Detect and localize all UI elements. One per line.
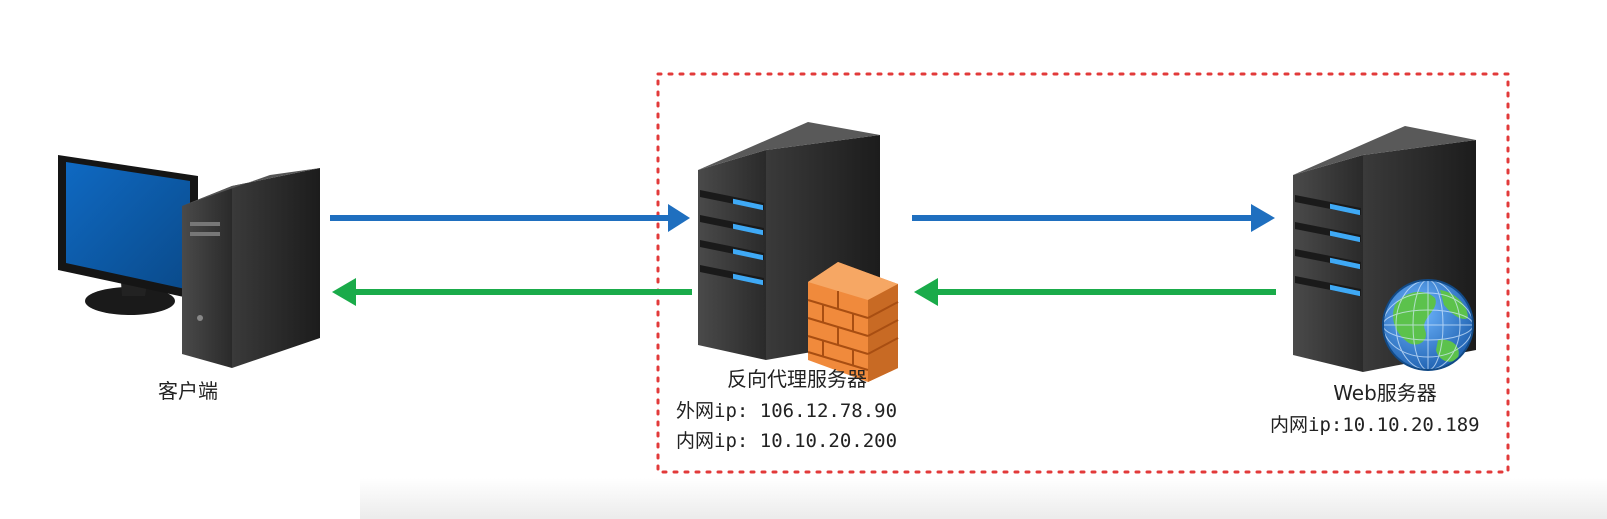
arrow-proxy-to-web: [912, 204, 1275, 232]
globe-icon: [1382, 279, 1474, 371]
arrow-web-to-proxy: [914, 278, 1276, 306]
bottom-fade: [360, 478, 1607, 519]
client-label: 客户端: [158, 379, 218, 403]
diagram-stage: 客户端 反向代理服务器 外网ip: 106.12.78.90 内网ip: 10.…: [0, 0, 1607, 519]
arrow-proxy-to-client: [332, 278, 692, 306]
arrow-client-to-proxy: [330, 204, 690, 232]
web-internal-ip: 内网ip:10.10.20.189: [1270, 414, 1480, 436]
proxy-internal-ip: 内网ip: 10.10.20.200: [676, 430, 898, 452]
firewall-brick-icon: [807, 262, 899, 382]
proxy-external-ip: 外网ip: 106.12.78.90: [676, 400, 898, 422]
desktop-computer-icon: [58, 155, 320, 368]
web-label: Web服务器: [1333, 381, 1437, 405]
proxy-label: 反向代理服务器: [727, 367, 867, 391]
